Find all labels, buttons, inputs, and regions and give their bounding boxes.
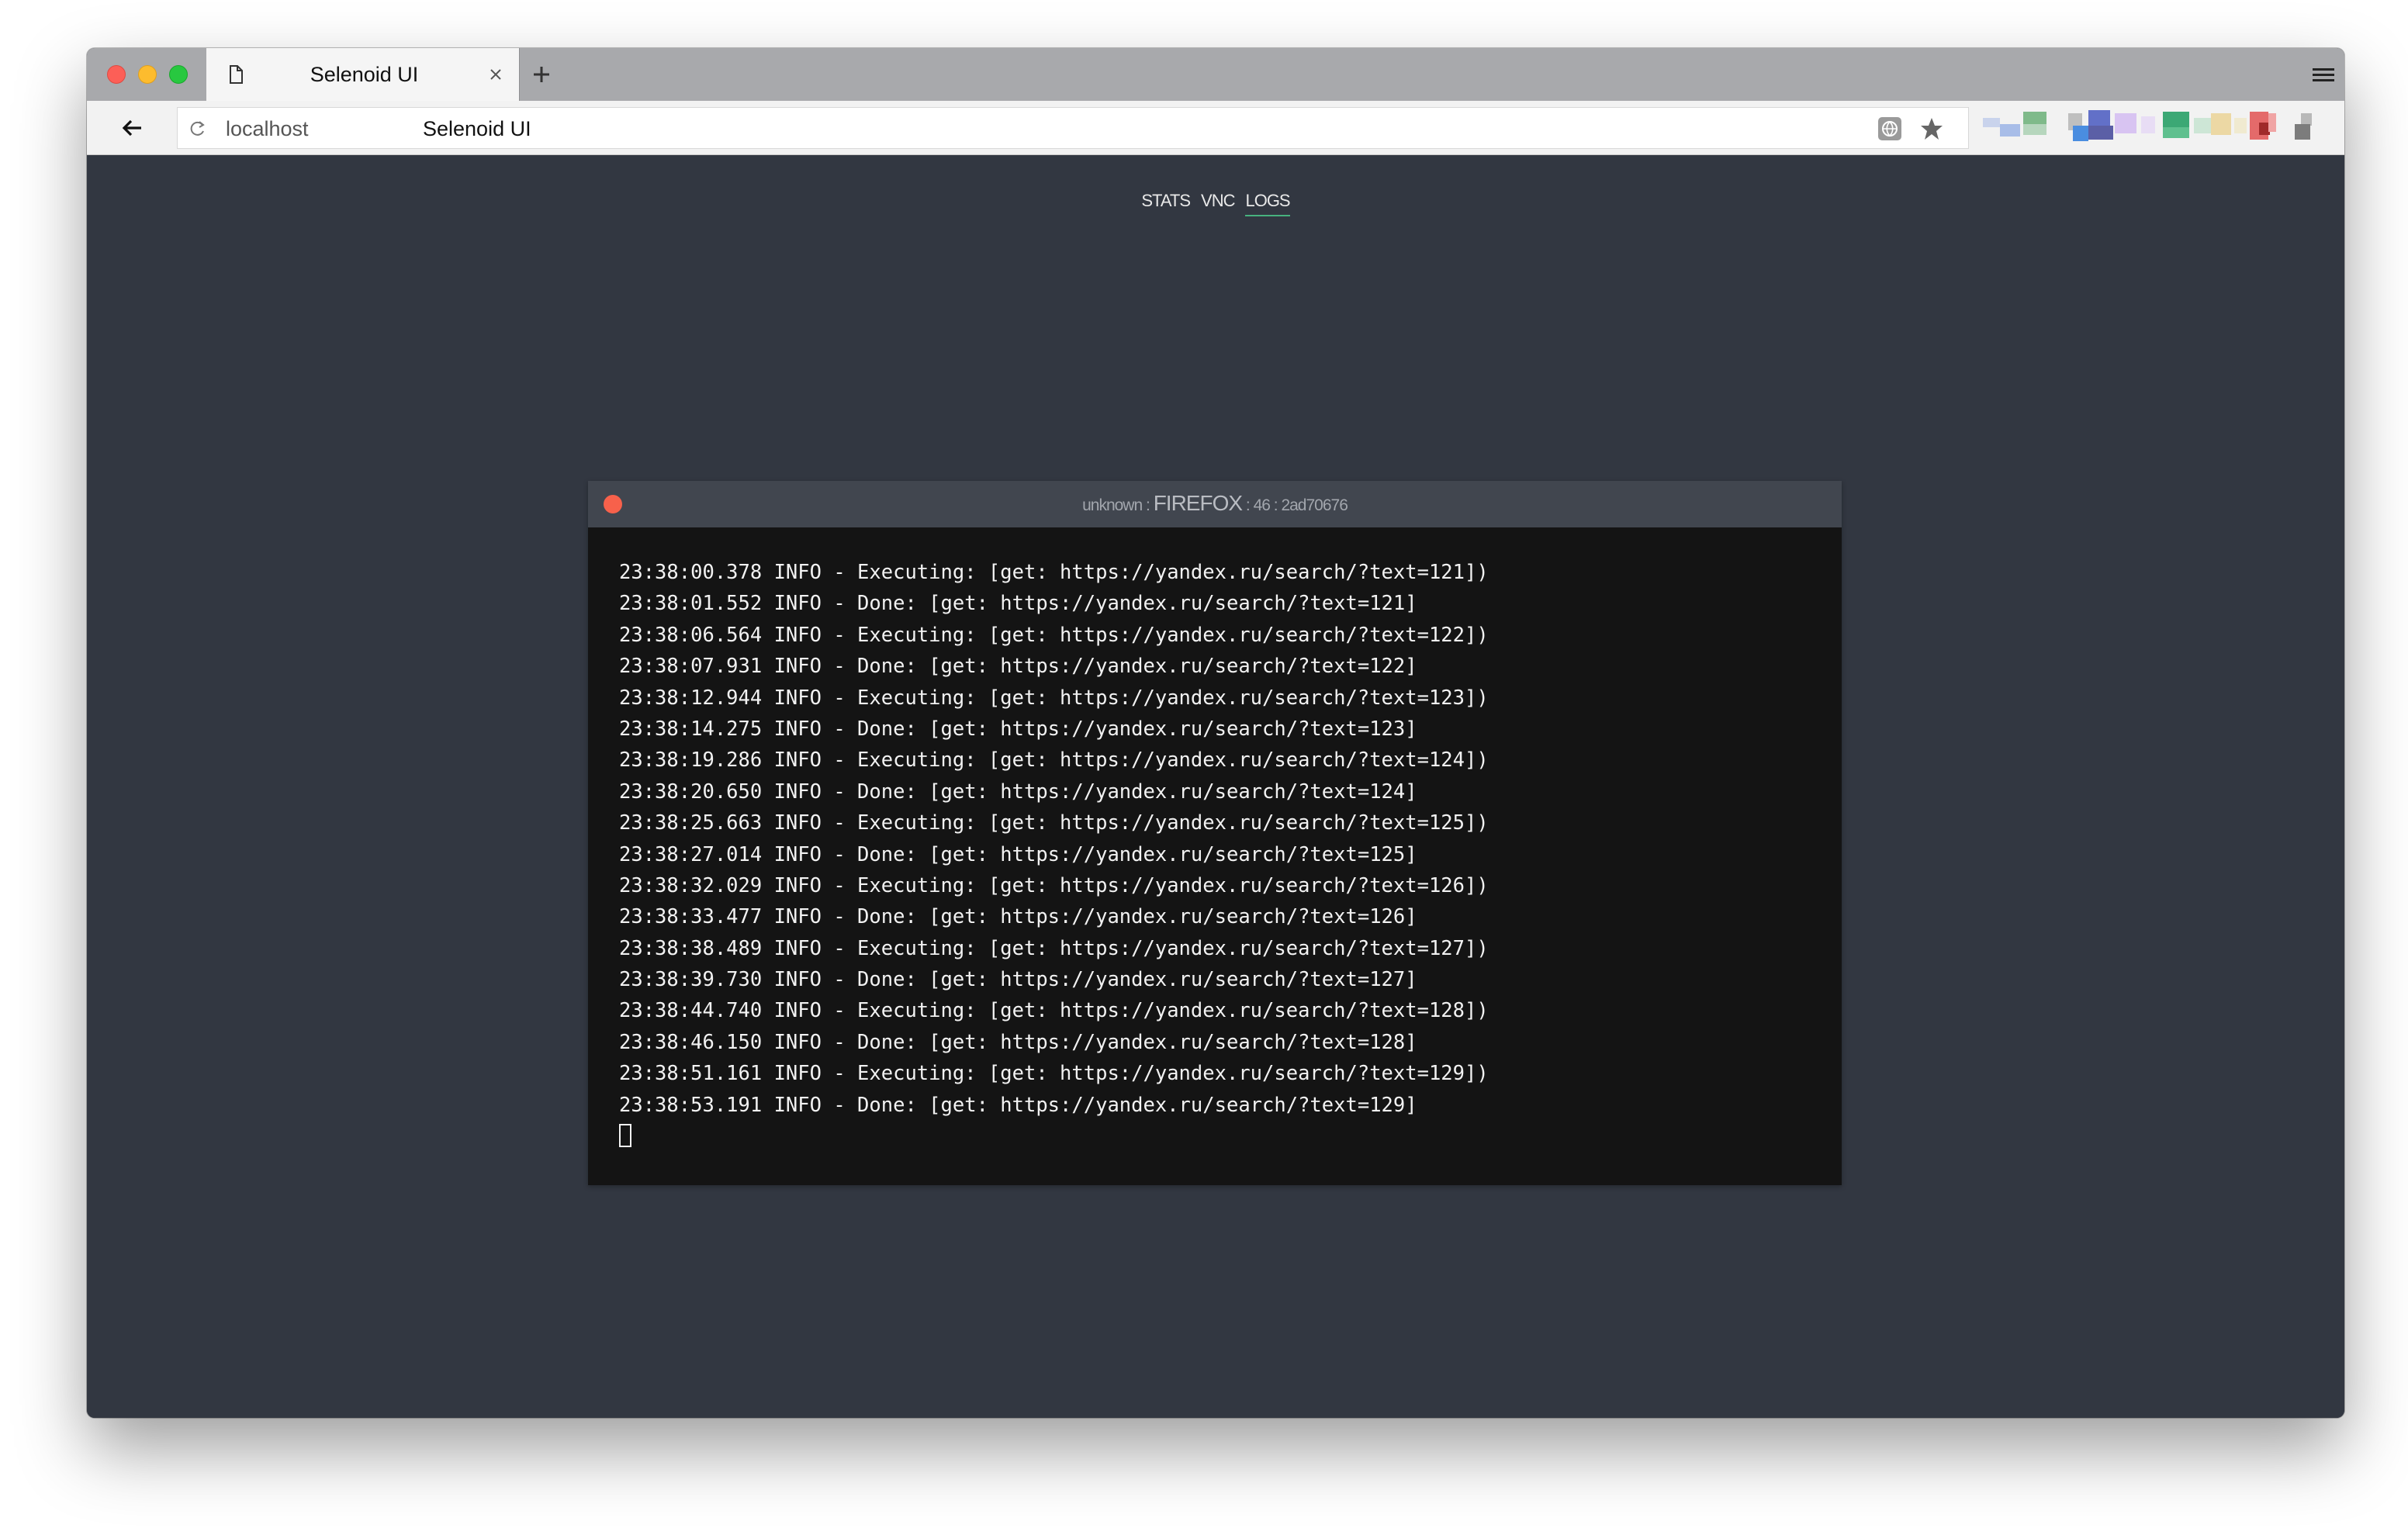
new-tab-icon[interactable] (526, 59, 557, 90)
address-bar[interactable]: localhost Selenoid UI (177, 107, 1969, 149)
close-tab-icon[interactable] (483, 62, 508, 87)
bookmark-icons[interactable] (1983, 107, 2344, 149)
title-separator: : (1245, 496, 1251, 514)
log-line: 23:38:38.489 INFO - Executing: [get: htt… (619, 936, 1489, 960)
url-host: localhost (226, 117, 309, 140)
browser-window: Selenoid UI localhost Selenoid UI STATS … (87, 48, 2344, 1418)
log-line: 23:38:19.286 INFO - Executing: [get: htt… (619, 748, 1489, 773)
nav-vnc[interactable]: VNC (1201, 191, 1235, 215)
menu-icon[interactable] (2310, 64, 2337, 87)
page-content: STATS VNC LOGS unknown : FIREFOX : 46 : 2a… (87, 155, 2344, 1418)
log-line: 23:38:12.944 INFO - Executing: [get: htt… (619, 686, 1489, 710)
reload-icon[interactable] (187, 118, 209, 140)
log-line: 23:38:20.650 INFO - Done: [get: https://… (619, 780, 1417, 804)
log-line: 23:38:00.378 INFO - Executing: [get: htt… (619, 561, 1489, 584)
terminal-cursor (619, 1124, 631, 1148)
log-line: 23:38:01.552 INFO - Done: [get: https://… (619, 592, 1417, 616)
close-window-button[interactable] (107, 65, 126, 84)
title-separator: : (1146, 496, 1150, 514)
log-line: 23:38:51.161 INFO - Executing: [get: htt… (619, 1062, 1489, 1086)
nav-logs[interactable]: LOGS (1245, 191, 1291, 216)
log-line: 23:38:06.564 INFO - Executing: [get: htt… (619, 623, 1489, 647)
log-output: 23:38:00.378 INFO - Executing: [get: htt… (619, 557, 1826, 1148)
console-header: unknown : FIREFOX : 46 : 2ad70676 (588, 481, 1842, 527)
session-title: unknown : FIREFOX : 46 : 2ad70676 (588, 492, 1842, 517)
log-line: 23:38:44.740 INFO - Executing: [get: htt… (619, 999, 1489, 1023)
log-line: 23:38:25.663 INFO - Executing: [get: htt… (619, 811, 1489, 835)
maximize-window-button[interactable] (169, 65, 188, 84)
extension-globe-icon[interactable] (1877, 116, 1903, 142)
log-line: 23:38:33.477 INFO - Done: [get: https://… (619, 905, 1417, 929)
document-icon (230, 65, 243, 84)
session-version: 46 (1253, 496, 1271, 514)
log-console: unknown : FIREFOX : 46 : 2ad70676 23:38:… (588, 481, 1842, 1185)
log-line: 23:38:46.150 INFO - Done: [get: https://… (619, 1030, 1417, 1054)
session-name: unknown (1082, 496, 1143, 514)
minimize-window-button[interactable] (138, 65, 157, 84)
tab-selenoid-ui[interactable]: Selenoid UI (206, 48, 520, 101)
url-page-title: Selenoid UI (423, 117, 531, 140)
log-line: 23:38:53.191 INFO - Done: [get: https://… (619, 1093, 1417, 1117)
bookmark-star-icon[interactable] (1918, 116, 1945, 142)
log-line: 23:38:27.014 INFO - Done: [get: https://… (619, 842, 1417, 866)
session-id: 2ad70676 (1281, 496, 1348, 514)
back-arrow-icon[interactable] (118, 113, 147, 143)
top-nav: STATS VNC LOGS (87, 191, 2344, 222)
tab-title: Selenoid UI (310, 63, 419, 86)
log-line: 23:38:14.275 INFO - Done: [get: https://… (619, 717, 1417, 741)
log-line: 23:38:39.730 INFO - Done: [get: https://… (619, 968, 1417, 992)
tab-bar: Selenoid UI (87, 48, 2344, 101)
log-line: 23:38:07.931 INFO - Done: [get: https://… (619, 655, 1417, 679)
session-browser: FIREFOX (1153, 491, 1243, 515)
nav-stats[interactable]: STATS (1141, 191, 1191, 215)
toolbar: localhost Selenoid UI (87, 101, 2344, 155)
log-line: 23:38:32.029 INFO - Executing: [get: htt… (619, 873, 1489, 897)
title-separator: : (1273, 496, 1278, 514)
